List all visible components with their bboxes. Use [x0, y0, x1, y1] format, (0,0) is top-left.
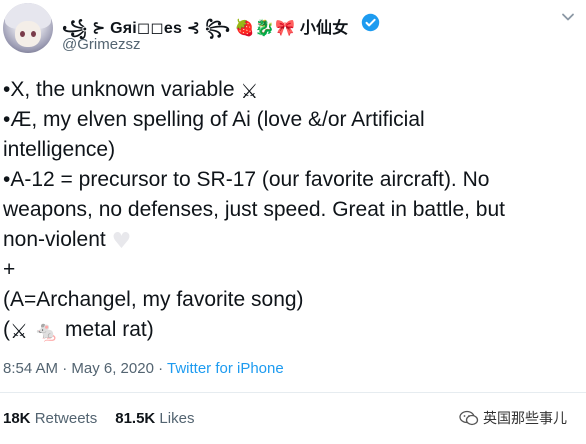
tweet-card: ꧁ ⊱ Gяi◻◻es ⊰ ꧂ 🍓🐉🎀 小仙女 @Grimezsz •X, th… — [0, 0, 586, 444]
user-handle[interactable]: @Grimezsz — [62, 36, 141, 53]
avatar[interactable] — [3, 3, 53, 53]
tweet-line: •X, the unknown variable ⚔ — [3, 78, 259, 103]
tweet-text: •X, the unknown variable ⚔ •Æ, my elven … — [3, 75, 583, 345]
divider — [0, 392, 586, 393]
tweet-line: + — [3, 258, 16, 281]
crossed-swords-icon: ⚔ — [240, 79, 259, 103]
tweet-stats: 18K Retweets 81.5K Likes — [3, 410, 194, 427]
timestamp[interactable]: 8:54 AM · May 6, 2020 · — [3, 360, 167, 377]
tweet-line: •A-12 = precursor to SR-17 (our favorite… — [3, 168, 490, 191]
watermark-text: 英国那些事儿 — [483, 410, 567, 426]
tweet-line: (A=Archangel, my favorite song) — [3, 288, 304, 311]
wechat-icon — [459, 410, 479, 426]
tweet-line: weapons, no defenses, just speed. Great … — [3, 198, 505, 221]
crossed-swords-and-mouse-icon: ⚔ 🐁 — [10, 319, 60, 343]
likes-stat[interactable]: 81.5K Likes — [115, 410, 194, 427]
tweet-meta: 8:54 AM · May 6, 2020 · Twitter for iPho… — [3, 360, 284, 377]
white-heart-icon: ♥ — [111, 229, 132, 254]
tweet-line: intelligence) — [3, 138, 116, 161]
retweets-stat[interactable]: 18K Retweets — [3, 410, 97, 427]
chevron-down-icon[interactable] — [561, 10, 575, 24]
tweet-line: (⚔ 🐁 metal rat) — [3, 318, 154, 343]
tweet-line: non-violent ♥ — [3, 228, 132, 254]
tweet-line: •Æ, my elven spelling of Ai (love &/or A… — [3, 108, 425, 131]
verified-badge-icon — [361, 13, 380, 32]
watermark: 英国那些事儿 — [459, 408, 567, 428]
source-link[interactable]: Twitter for iPhone — [167, 360, 284, 377]
